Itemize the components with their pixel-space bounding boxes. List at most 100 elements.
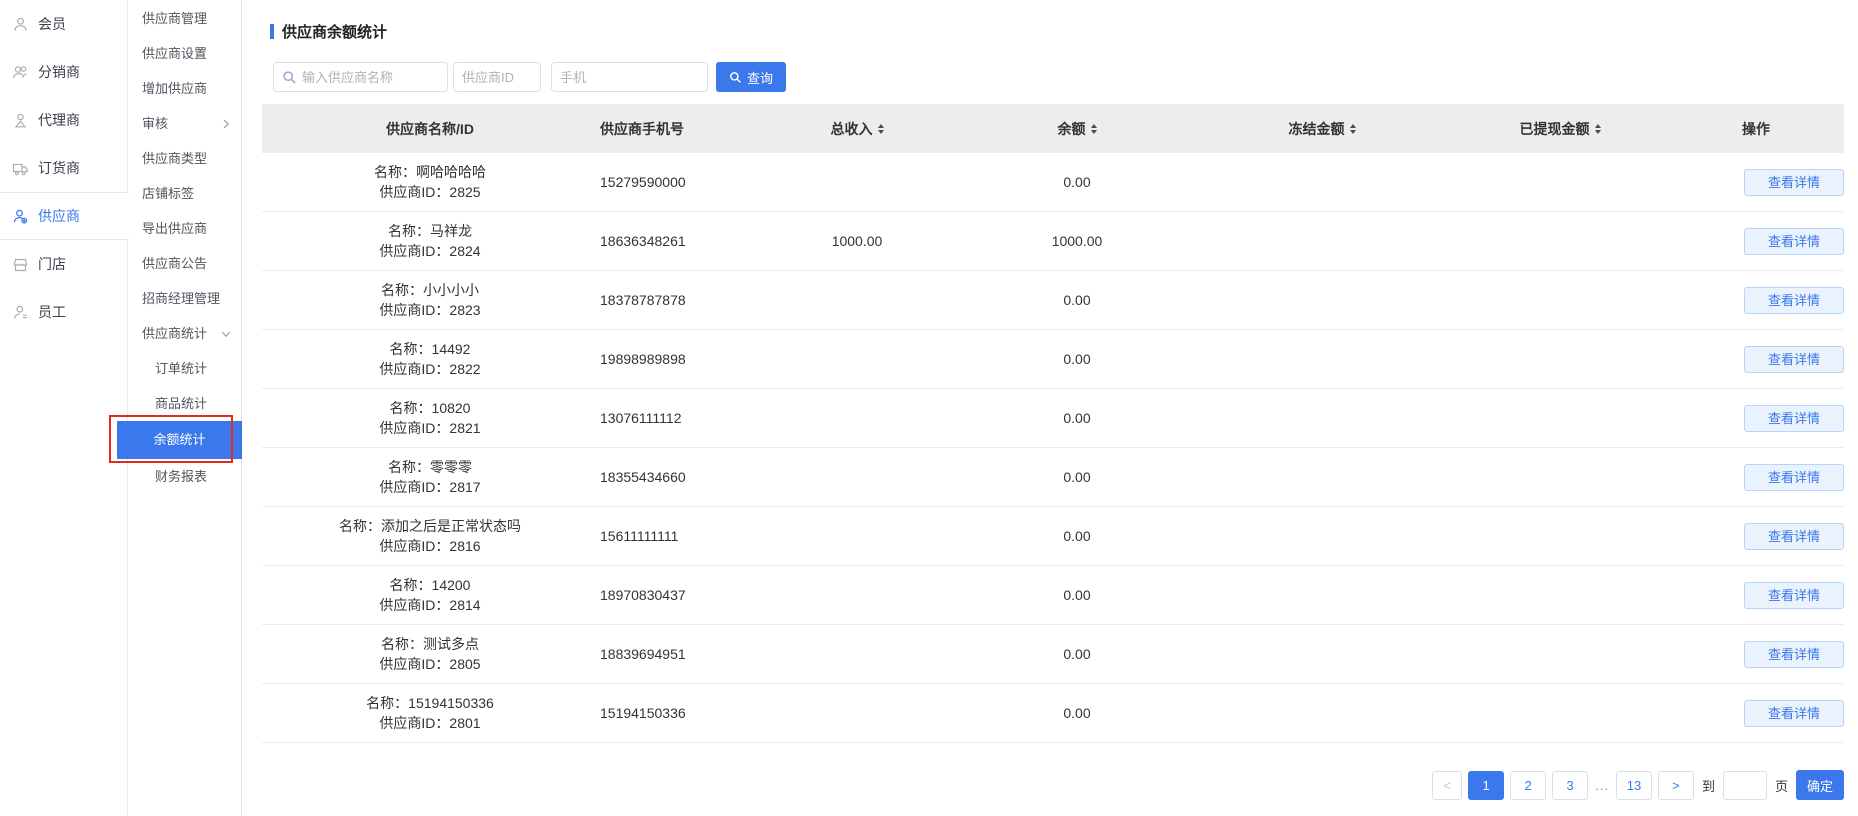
menu-item-13[interactable]: 财务报表 — [128, 459, 241, 494]
sort-icon[interactable] — [1595, 124, 1601, 134]
menu-item-label: 余额统计 — [153, 432, 205, 447]
menu-item-11[interactable]: 商品统计 — [128, 386, 241, 421]
query-button[interactable]: 查询 — [716, 62, 786, 92]
sort-icon[interactable] — [1350, 124, 1356, 134]
sidebar-item-staff[interactable]: 员工 — [0, 288, 127, 336]
table-row: 名称：啊哈哈哈哈供应商ID：2825152795900000.00查看详情 — [262, 153, 1844, 212]
supplier-phone-cell: 18839694951 — [598, 646, 752, 662]
store-icon — [12, 256, 29, 273]
page-title-row: 供应商余额统计 — [270, 22, 1844, 40]
pagination-ellipsis: ... — [1594, 778, 1610, 793]
name-prefix: 名称： — [390, 577, 432, 593]
view-detail-button[interactable]: 查看详情 — [1744, 523, 1844, 550]
balance-cell: 0.00 — [962, 410, 1192, 426]
id-prefix: 供应商ID： — [379, 479, 449, 495]
jump-prefix-label: 到 — [1700, 776, 1717, 795]
table-row: 名称：小小小小供应商ID：2823183787878780.00查看详情 — [262, 271, 1844, 330]
table-row: 名称：添加之后是正常状态吗供应商ID：2816156111111110.00查看… — [262, 507, 1844, 566]
supplier-name-line: 名称：啊哈哈哈哈 — [262, 162, 598, 182]
supplier-name-id-cell: 名称：零零零供应商ID：2817 — [262, 457, 598, 497]
view-detail-button[interactable]: 查看详情 — [1744, 641, 1844, 668]
column-header-3[interactable]: 总收入 — [752, 119, 962, 139]
name-prefix: 名称： — [390, 341, 432, 357]
column-header-6[interactable]: 已提现金额 — [1452, 119, 1668, 139]
view-detail-button[interactable]: 查看详情 — [1744, 405, 1844, 432]
supplier-id-input[interactable] — [454, 70, 540, 85]
next-page-button[interactable]: > — [1658, 771, 1694, 800]
page-button-3[interactable]: 3 — [1552, 771, 1588, 800]
menu-item-9[interactable]: 供应商统计 — [128, 316, 241, 351]
supplier-name: 零零零 — [430, 459, 472, 475]
menu-item-3[interactable]: 审核 — [128, 106, 241, 141]
action-cell: 查看详情 — [1668, 523, 1844, 550]
chevron-right-icon — [220, 118, 232, 130]
menu-item-4[interactable]: 供应商类型 — [128, 141, 241, 176]
column-header-4[interactable]: 余额 — [962, 119, 1192, 139]
page-button-1[interactable]: 1 — [1468, 771, 1504, 800]
column-header-label: 供应商名称/ID — [386, 119, 474, 139]
sort-icon[interactable] — [878, 124, 884, 134]
page-button-last[interactable]: 13 — [1616, 771, 1652, 800]
sidebar-item-supplier[interactable]: 供应商 — [0, 192, 129, 240]
menu-item-label: 增加供应商 — [142, 81, 207, 96]
primary-sidebar: 会员分销商代理商订货商供应商门店员工 — [0, 0, 128, 816]
page-title: 供应商余额统计 — [282, 21, 387, 42]
confirm-page-button[interactable]: 确定 — [1796, 770, 1844, 800]
menu-item-label: 财务报表 — [155, 469, 207, 484]
sidebar-item-label: 供应商 — [38, 206, 80, 226]
menu-item-0[interactable]: 供应商管理 — [128, 1, 241, 36]
supplier-phone-cell: 15611111111 — [598, 528, 752, 544]
sidebar-item-label: 分销商 — [38, 62, 80, 82]
supplier-name: 14200 — [432, 577, 471, 593]
sort-icon[interactable] — [1091, 124, 1097, 134]
menu-item-7[interactable]: 供应商公告 — [128, 246, 241, 281]
supplier-id: 2822 — [449, 361, 480, 377]
view-detail-button[interactable]: 查看详情 — [1744, 228, 1844, 255]
menu-item-12[interactable]: 余额统计 — [117, 421, 242, 459]
menu-item-5[interactable]: 店铺标签 — [128, 176, 241, 211]
menu-item-10[interactable]: 订单统计 — [128, 351, 241, 386]
main-content: 供应商余额统计 查询 供应商名称/ID供应商手 — [242, 0, 1858, 816]
page-jump-input[interactable] — [1723, 771, 1767, 800]
view-detail-button[interactable]: 查看详情 — [1744, 464, 1844, 491]
column-header-5[interactable]: 冻结金额 — [1192, 119, 1452, 139]
sidebar-item-distributor[interactable]: 分销商 — [0, 48, 127, 96]
page-button-2[interactable]: 2 — [1510, 771, 1546, 800]
menu-item-label: 店铺标签 — [142, 186, 194, 201]
phone-input[interactable] — [552, 70, 707, 85]
view-detail-button[interactable]: 查看详情 — [1744, 700, 1844, 727]
supplier-name: 10820 — [432, 400, 471, 416]
supplier-name-input[interactable] — [297, 70, 447, 85]
action-cell: 查看详情 — [1668, 169, 1844, 196]
supplier-name-id-cell: 名称：啊哈哈哈哈供应商ID：2825 — [262, 162, 598, 202]
name-prefix: 名称： — [388, 223, 430, 239]
supplier-phone-cell: 18970830437 — [598, 587, 752, 603]
menu-item-label: 商品统计 — [155, 396, 207, 411]
view-detail-button[interactable]: 查看详情 — [1744, 582, 1844, 609]
supplier-name-id-cell: 名称：添加之后是正常状态吗供应商ID：2816 — [262, 516, 598, 556]
name-prefix: 名称： — [339, 518, 381, 534]
supplier-name-line: 名称：15194150336 — [262, 693, 598, 713]
total-income-cell: 1000.00 — [752, 233, 962, 249]
sidebar-item-store[interactable]: 门店 — [0, 240, 127, 288]
title-accent-bar — [270, 24, 274, 39]
name-prefix: 名称： — [381, 282, 423, 298]
menu-item-6[interactable]: 导出供应商 — [128, 211, 241, 246]
action-cell: 查看详情 — [1668, 641, 1844, 668]
menu-item-8[interactable]: 招商经理管理 — [128, 281, 241, 316]
column-header-label: 余额 — [1058, 119, 1086, 139]
column-header-label: 冻结金额 — [1289, 119, 1345, 139]
supplier-id-line: 供应商ID：2822 — [262, 359, 598, 379]
view-detail-button[interactable]: 查看详情 — [1744, 346, 1844, 373]
sidebar-item-member[interactable]: 会员 — [0, 0, 127, 48]
sidebar-item-agent[interactable]: 代理商 — [0, 96, 127, 144]
id-prefix: 供应商ID： — [379, 302, 449, 318]
sidebar-item-orderer[interactable]: 订货商 — [0, 144, 127, 192]
menu-item-2[interactable]: 增加供应商 — [128, 71, 241, 106]
id-prefix: 供应商ID： — [379, 715, 449, 731]
view-detail-button[interactable]: 查看详情 — [1744, 169, 1844, 196]
previous-page-button[interactable]: < — [1432, 771, 1462, 800]
menu-item-1[interactable]: 供应商设置 — [128, 36, 241, 71]
view-detail-button[interactable]: 查看详情 — [1744, 287, 1844, 314]
staff-icon — [12, 304, 29, 321]
